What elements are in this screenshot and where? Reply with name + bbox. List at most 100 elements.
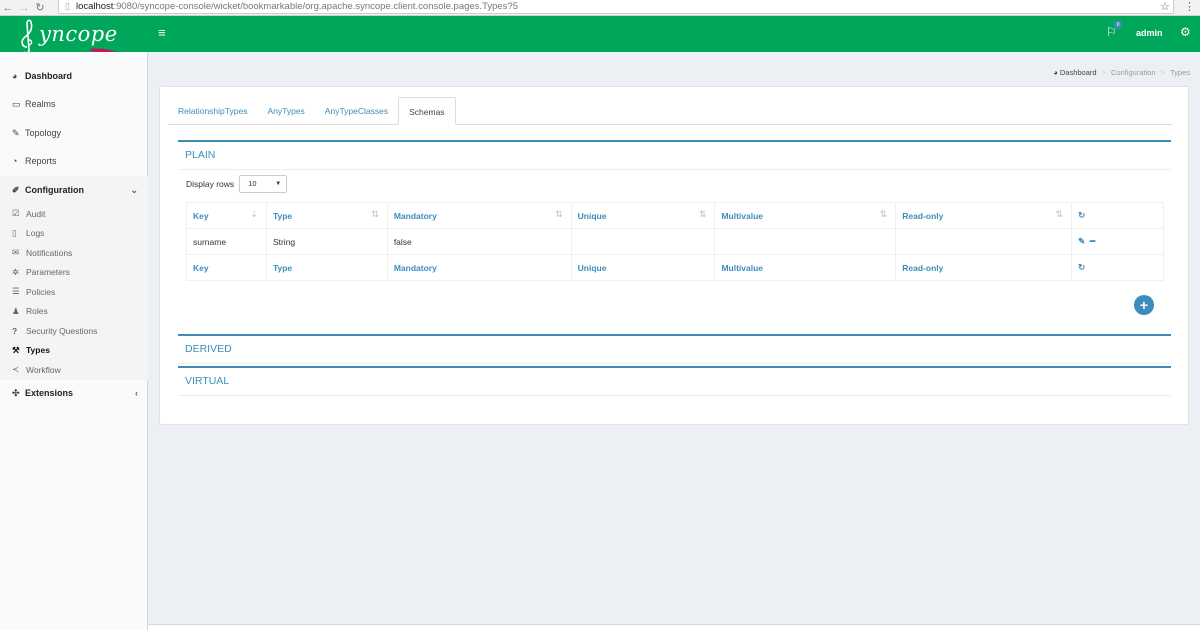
column-header-actions: ↻ (1071, 202, 1164, 229)
top-header: yncope ≡ ⚐ 0 admin ⚙ (0, 16, 1200, 55)
check-square-icon: ☑ (12, 208, 20, 219)
breadcrumb-separator: > (1101, 68, 1106, 77)
tab-relationship-types[interactable]: RelationshipTypes (168, 97, 257, 125)
sidebar-item-extensions[interactable]: ✣ Extensions ‹ (0, 379, 148, 407)
sidebar-subitem-security-questions[interactable]: ? Security Questions (0, 321, 148, 341)
sidebar-subitem-types[interactable]: ⚒ Types (0, 340, 148, 360)
sidebar-subitem-label: Notifications (26, 247, 73, 258)
add-schema-button[interactable]: + (1134, 295, 1154, 315)
edit-pencil-icon[interactable]: ✎ (1078, 236, 1085, 246)
users-icon: ♟ (12, 305, 20, 316)
sidebar-item-label: Configuration (25, 185, 84, 195)
sidebar-subitem-parameters[interactable]: ✲ Parameters (0, 262, 148, 282)
footer-header-multivalue[interactable]: Multivalue (714, 254, 897, 281)
footer-header-unique[interactable]: Unique (570, 254, 716, 281)
cell-key: surname (186, 228, 267, 255)
breadcrumb-configuration[interactable]: Configuration (1111, 68, 1156, 77)
footer-header-key[interactable]: Key (186, 254, 267, 281)
table-footer-row: Key Type Mandatory Unique Multivalue Rea… (186, 254, 1164, 281)
url-host: localhost (75, 1, 114, 12)
question-icon: ? (12, 325, 18, 336)
bookmark-star-icon[interactable]: ☆ (1160, 0, 1170, 13)
envelope-icon: ✉ (12, 247, 20, 258)
sidebar-item-label: Dashboard (25, 71, 73, 81)
user-menu[interactable]: admin (1136, 28, 1163, 38)
derived-section-title[interactable]: DERIVED (178, 336, 1171, 364)
gears-icon[interactable]: ⚙ (1180, 25, 1191, 39)
sort-icon: ⇅ (879, 209, 888, 219)
column-header-mandatory[interactable]: Mandatory ⇅ (386, 202, 572, 229)
sidebar-subitem-notifications[interactable]: ✉ Notifications (0, 243, 148, 263)
caret-down-icon: ▼ (275, 181, 282, 187)
cell-mandatory: false (386, 228, 572, 255)
column-label: Key (193, 210, 209, 221)
sidebar-item-dashboard[interactable]: ◕ Dashboard (0, 62, 148, 90)
display-rows-value: 10 (248, 179, 257, 188)
more-actions-icon[interactable]: ━ (1088, 236, 1095, 246)
wrench-icon: ⚒ (12, 344, 20, 355)
sidebar-subitem-label: Logs (26, 228, 45, 239)
sidebar-subitem-label: Roles (26, 306, 48, 317)
page-icon: ▯ (65, 1, 70, 11)
display-rows-label: Display rows (186, 179, 235, 189)
sidebar-subitem-label: Parameters (26, 267, 70, 278)
column-label: Type (272, 210, 293, 221)
footer-header-actions: ↻ (1071, 254, 1164, 281)
syncope-logo[interactable]: yncope (0, 16, 148, 55)
tab-any-type-classes[interactable]: AnyTypeClasses (315, 97, 398, 125)
sidebar-subitem-policies[interactable]: ☰ Policies (0, 282, 148, 302)
column-label: Multivalue (721, 210, 764, 221)
schemas-table: Key ⇣ Type ⇅ Mandatory ⇅ Unique ⇅ Multivalue… (186, 202, 1164, 281)
sidebar-item-reports[interactable]: ◔ Reports (0, 147, 148, 175)
column-header-key[interactable]: Key ⇣ (186, 202, 267, 229)
sidebar-subitem-logs[interactable]: ▯ Logs (0, 223, 148, 243)
display-rows-select[interactable]: 10 ▼ (239, 175, 288, 193)
forward-icon[interactable]: → (16, 1, 32, 15)
address-bar[interactable]: ▯ localhost :9080/syncope-console/wicket… (58, 0, 1174, 14)
puzzle-icon: ✣ (12, 387, 20, 398)
dashboard-icon: ◕ (12, 71, 18, 81)
browser-menu-icon[interactable]: ⋮ (1184, 0, 1195, 13)
footer-header-type[interactable]: Type (265, 254, 388, 281)
sort-icon: ⇅ (371, 209, 379, 219)
sidebar-subitem-audit[interactable]: ☑ Audit (0, 204, 148, 224)
share-icon: ≺ (12, 364, 20, 375)
cell-actions: ✎ ━ (1071, 228, 1164, 255)
sidebar-item-topology[interactable]: ✎ Topology (0, 119, 148, 147)
sidebar-subitem-label: Workflow (26, 364, 61, 375)
breadcrumb-separator: > (1160, 68, 1165, 77)
reload-icon[interactable]: ↻ (32, 1, 48, 15)
cell-readonly (895, 228, 1073, 255)
sidebar-subitem-workflow[interactable]: ≺ Workflow (0, 360, 148, 380)
chevron-left-icon: ‹ (135, 388, 138, 398)
virtual-section: VIRTUAL (178, 366, 1171, 396)
edit-icon: ✐ (12, 184, 20, 195)
footer-header-readonly[interactable]: Read-only (895, 254, 1073, 281)
plain-section-title[interactable]: PLAIN (178, 142, 1171, 170)
sidebar: ◕ Dashboard ▭ Realms ✎ Topology ◔ Report… (0, 52, 148, 630)
sidebar-subitem-label: Security Questions (26, 325, 98, 336)
footer-header-mandatory[interactable]: Mandatory (386, 254, 572, 281)
sidebar-item-configuration[interactable]: ✐ Configuration ⌄ (0, 176, 148, 204)
refresh-icon[interactable]: ↻ (1078, 262, 1085, 272)
table-row[interactable]: surname String false ✎ ━ (186, 228, 1164, 255)
sidebar-subitem-roles[interactable]: ♟ Roles (0, 301, 148, 321)
sidebar-toggle-icon[interactable]: ≡ (158, 25, 166, 40)
sort-asc-icon: ⇣ (250, 209, 258, 219)
column-header-multivalue[interactable]: Multivalue ⇅ (714, 202, 897, 229)
tab-schemas[interactable]: Schemas (398, 97, 456, 125)
types-tabs: RelationshipTypes AnyTypes AnyTypeClasse… (168, 97, 1172, 125)
pie-chart-icon: ◔ (12, 156, 18, 166)
folder-icon: ▭ (12, 98, 21, 109)
column-header-type[interactable]: Type ⇅ (265, 202, 388, 229)
virtual-section-title[interactable]: VIRTUAL (178, 368, 1171, 396)
column-header-unique[interactable]: Unique ⇅ (570, 202, 716, 229)
tab-any-types[interactable]: AnyTypes (257, 97, 314, 125)
breadcrumb-dashboard[interactable]: Dashboard (1060, 68, 1097, 77)
sidebar-item-realms[interactable]: ▭ Realms (0, 90, 148, 118)
refresh-icon[interactable]: ↻ (1078, 210, 1085, 220)
sort-icon: ⇅ (698, 209, 707, 219)
column-header-readonly[interactable]: Read-only ⇅ (895, 202, 1073, 229)
plug-icon: ✎ (12, 127, 20, 138)
back-icon[interactable]: ← (0, 1, 16, 15)
